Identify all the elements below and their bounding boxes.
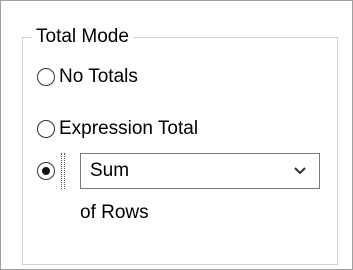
aggregate-function-value: Sum: [90, 160, 130, 181]
total-mode-title: Total Mode: [32, 26, 133, 48]
radio-no-totals-circle[interactable]: [37, 68, 55, 86]
radio-expression-total[interactable]: Expression Total: [37, 116, 198, 142]
of-rows-label: of Rows: [80, 202, 149, 223]
radio-expression-total-circle[interactable]: [37, 120, 55, 138]
focus-rectangle: [61, 153, 65, 189]
radio-aggregate-circle[interactable]: [37, 162, 55, 180]
chevron-down-icon[interactable]: [293, 166, 307, 176]
properties-panel: Total Mode No Totals Expression Total Su…: [0, 0, 353, 270]
radio-aggregate[interactable]: [37, 158, 55, 184]
radio-no-totals[interactable]: No Totals: [37, 64, 138, 90]
radio-no-totals-label: No Totals: [59, 66, 138, 87]
aggregate-function-select[interactable]: Sum: [80, 153, 320, 189]
radio-expression-total-label: Expression Total: [59, 118, 199, 139]
